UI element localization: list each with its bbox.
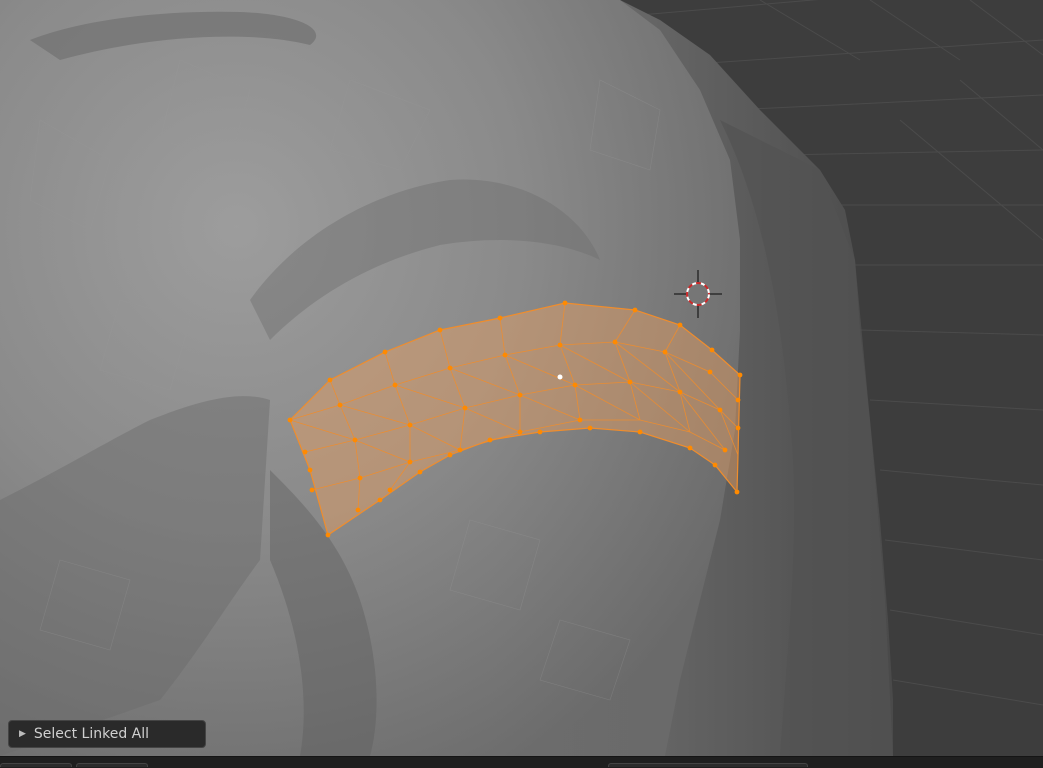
bottom-tab-3[interactable]: [608, 763, 808, 767]
3d-viewport[interactable]: [0, 0, 1043, 767]
operator-panel-label: Select Linked All: [33, 726, 150, 742]
bottom-tab-2[interactable]: [76, 763, 148, 767]
status-bar: [0, 756, 1043, 768]
viewport-canvas[interactable]: [0, 0, 1043, 767]
last-operator-panel[interactable]: ▶ Select Linked All: [8, 720, 206, 748]
bottom-tab-1[interactable]: [0, 763, 72, 767]
selection-median-point: [557, 374, 563, 380]
triangle-right-icon[interactable]: ▶: [19, 729, 26, 739]
